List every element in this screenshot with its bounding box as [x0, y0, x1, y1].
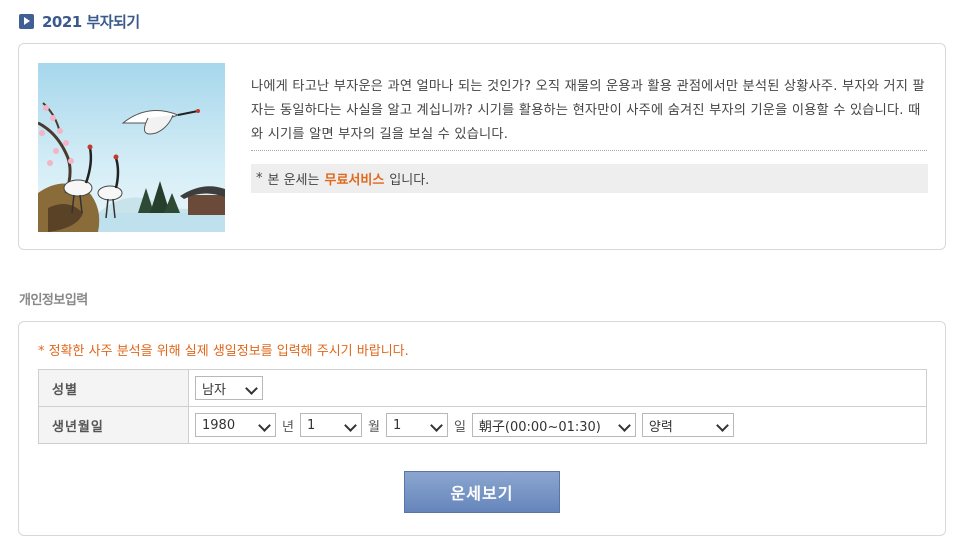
- day-value: 1: [392, 417, 402, 433]
- chevron-down-icon: [618, 419, 631, 432]
- intro-box: 나에게 타고난 부자운은 과연 얼마나 되는 것인가? 오직 재물의 운용과 활…: [18, 43, 946, 250]
- page-title: 2021 부자되기: [42, 13, 140, 31]
- gender-label: 성별: [38, 369, 189, 407]
- calendar-type-select[interactable]: 양력: [641, 413, 734, 437]
- month-value: 1: [306, 417, 316, 433]
- year-value: 1980: [202, 417, 236, 433]
- chevron-down-icon: [430, 419, 443, 432]
- chevron-down-icon: [716, 419, 729, 432]
- gender-select[interactable]: 남자: [195, 376, 263, 400]
- birthdate-field-cell: 1980 년 1 월 1 일 朝子(00:00~01:30) 양력: [188, 406, 927, 444]
- free-service-notice: * 본 운세는 무료서비스 입니다.: [251, 164, 928, 193]
- free-prefix: 본 운세는: [267, 173, 320, 188]
- section-title: 개인정보입력: [19, 293, 88, 308]
- month-select[interactable]: 1: [299, 413, 362, 437]
- birthdate-label: 생년월일: [38, 406, 189, 444]
- crane-illustration: [38, 63, 225, 232]
- day-unit: 일: [453, 419, 466, 435]
- hour-value: 朝子(00:00~01:30): [478, 419, 601, 435]
- free-suffix: 입니다.: [389, 173, 430, 188]
- day-select[interactable]: 1: [385, 413, 448, 437]
- chevron-down-icon: [245, 382, 258, 395]
- dotted-divider: [251, 150, 927, 151]
- form-box: * 정확한 사주 분석을 위해 실제 생일정보를 입력해 주시기 바랍니다. 성…: [18, 321, 946, 536]
- fortune-submit-button[interactable]: 운세보기: [404, 471, 560, 513]
- year-unit: 년: [282, 419, 294, 435]
- year-select[interactable]: 1980: [195, 413, 276, 437]
- chevron-down-icon: [344, 419, 357, 432]
- page-header: 2021 부자되기: [19, 11, 140, 32]
- calendar-value: 양력: [648, 419, 673, 435]
- play-icon: [19, 14, 34, 29]
- hour-select[interactable]: 朝子(00:00~01:30): [471, 413, 636, 437]
- crane-image: [38, 63, 225, 232]
- form-notice: * 정확한 사주 분석을 위해 실제 생일정보를 입력해 주시기 바랍니다.: [38, 344, 409, 359]
- free-highlight: 무료서비스: [324, 173, 385, 188]
- gender-field-cell: 남자: [188, 369, 927, 407]
- birth-info-table: 성별 남자 생년월일 1980 년 1 월 1 일 朝子(00:00~01:30…: [38, 369, 927, 444]
- gender-value: 남자: [202, 382, 226, 398]
- birthdate-row: 생년월일 1980 년 1 월 1 일 朝子(00:00~01:30) 양력: [38, 406, 927, 444]
- intro-text: 나에게 타고난 부자운은 과연 얼마나 되는 것인가? 오직 재물의 운용과 활…: [251, 79, 925, 142]
- month-unit: 월: [367, 419, 380, 435]
- asterisk-icon: *: [256, 171, 263, 186]
- chevron-down-icon: [258, 419, 271, 432]
- gender-row: 성별 남자: [38, 369, 927, 407]
